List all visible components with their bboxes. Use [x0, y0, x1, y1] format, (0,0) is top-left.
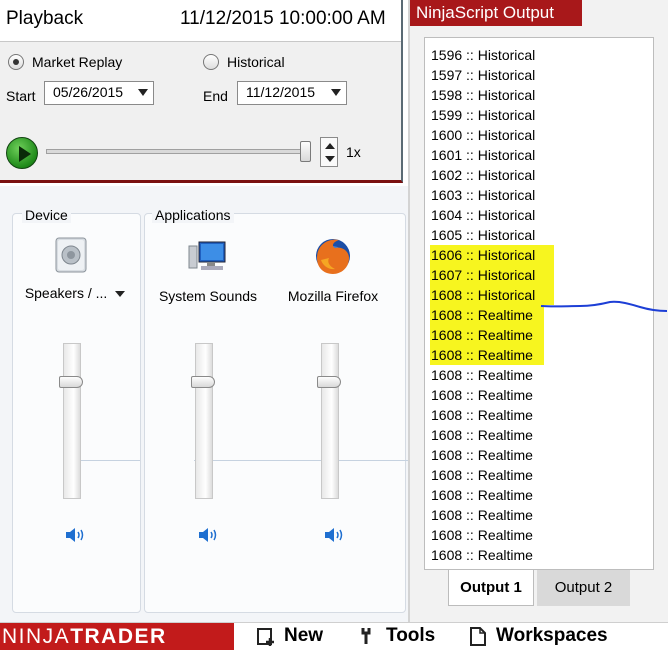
chevron-down-icon: [331, 89, 341, 96]
app-name-system-sounds: System Sounds: [158, 288, 258, 304]
peak-line: [194, 460, 408, 461]
output-line: 1608 :: Realtime: [431, 427, 533, 443]
output-line: 1608 :: Realtime: [431, 487, 533, 503]
wrench-icon: [361, 628, 371, 644]
output-line: 1605 :: Historical: [431, 227, 536, 243]
volume-slider-device[interactable]: [63, 343, 81, 499]
playback-window: Playback 11/12/2015 10:00:00 AM Market R…: [0, 0, 403, 183]
device-heading: Device: [22, 207, 71, 223]
market-replay-radio[interactable]: [8, 54, 24, 70]
speed-slider[interactable]: [46, 149, 310, 154]
device-name: Speakers / ...: [24, 285, 108, 301]
historical-option[interactable]: Historical: [203, 54, 285, 70]
start-date-select[interactable]: 05/26/2015: [44, 81, 154, 105]
volume-thumb-system-sounds[interactable]: [191, 376, 215, 388]
playback-title: Playback: [6, 8, 84, 29]
output-line: 1601 :: Historical: [431, 147, 536, 163]
start-date-value: 05/26/2015: [53, 84, 124, 100]
speed-slider-thumb[interactable]: [300, 141, 311, 162]
start-label: Start: [6, 88, 36, 104]
mute-speaker-icon[interactable]: [64, 527, 86, 543]
volume-thumb-firefox[interactable]: [317, 376, 341, 388]
output-line: 1608 :: Realtime: [431, 407, 533, 423]
output-line: 1607 :: Historical: [431, 267, 536, 283]
output-line: 1608 :: Realtime: [431, 347, 533, 363]
mute-speaker-icon[interactable]: [197, 527, 219, 543]
output-line: 1608 :: Realtime: [431, 367, 533, 383]
output-line: 1597 :: Historical: [431, 67, 536, 83]
output-line: 1608 :: Realtime: [431, 467, 533, 483]
end-date-value: 11/12/2015: [246, 84, 316, 100]
playback-header: Playback 11/12/2015 10:00:00 AM: [0, 0, 401, 42]
speed-value: 1x: [346, 144, 361, 160]
output-line: 1602 :: Historical: [431, 167, 536, 183]
play-button[interactable]: [6, 137, 38, 169]
tools-label: Tools: [386, 625, 436, 646]
arrow-up-icon[interactable]: [325, 143, 335, 149]
new-label: New: [284, 625, 324, 646]
workspaces-menu[interactable]: Workspaces: [468, 625, 608, 647]
annotation-line: [540, 300, 668, 312]
output-line: 1608 :: Realtime: [431, 507, 533, 523]
end-date-select[interactable]: 11/12/2015: [237, 81, 347, 105]
workspaces-label: Workspaces: [496, 625, 608, 646]
output-line: 1596 :: Historical: [431, 47, 536, 63]
chevron-down-icon: [138, 89, 148, 96]
chevron-down-icon: [115, 291, 126, 298]
output-line: 1608 :: Realtime: [431, 387, 533, 403]
system-sounds-icon[interactable]: [187, 238, 227, 278]
applications-group: [144, 213, 406, 613]
ninjatrader-logo: NINJATRADER: [0, 623, 234, 650]
mute-speaker-icon[interactable]: [323, 527, 345, 543]
output-line: 1599 :: Historical: [431, 107, 536, 123]
arrow-down-icon[interactable]: [325, 156, 335, 162]
output-line: 1606 :: Historical: [431, 247, 536, 263]
tab-output-2[interactable]: Output 2: [537, 570, 630, 606]
market-replay-label: Market Replay: [32, 54, 123, 70]
volume-slider-firefox[interactable]: [321, 343, 339, 499]
brand-ninja: NINJA: [2, 625, 71, 648]
applications-heading: Applications: [152, 207, 234, 223]
device-name-select[interactable]: Speakers / ...: [10, 285, 140, 301]
output-line: 1608 :: Realtime: [431, 527, 533, 543]
output-title: NinjaScript Output: [410, 0, 582, 26]
control-center-bar: NINJATRADER New Tools Workspaces: [0, 622, 668, 650]
app-name-firefox: Mozilla Firefox: [287, 288, 379, 304]
output-line: 1608 :: Realtime: [431, 307, 533, 323]
output-line: 1608 :: Historical: [431, 287, 536, 303]
firefox-icon[interactable]: [313, 236, 353, 276]
output-line: 1608 :: Realtime: [431, 547, 533, 563]
end-label: End: [203, 88, 228, 104]
volume-mixer: Device Applications Speakers / ... Syste…: [0, 186, 408, 622]
output-line: 1608 :: Realtime: [431, 447, 533, 463]
playback-datetime: 11/12/2015 10:00:00 AM: [180, 8, 386, 29]
volume-slider-system-sounds[interactable]: [195, 343, 213, 499]
brand-trader: TRADER: [70, 625, 167, 648]
document-icon: [470, 627, 486, 646]
speed-spinner[interactable]: [320, 137, 338, 167]
market-replay-option[interactable]: Market Replay: [8, 54, 122, 70]
volume-thumb-device[interactable]: [59, 376, 83, 388]
historical-radio[interactable]: [203, 54, 219, 70]
output-line: 1604 :: Historical: [431, 207, 536, 223]
historical-label: Historical: [227, 54, 285, 70]
tab-output-1[interactable]: Output 1: [448, 570, 534, 606]
output-line: 1598 :: Historical: [431, 87, 536, 103]
new-document-icon: [257, 628, 274, 646]
output-line: 1600 :: Historical: [431, 127, 536, 143]
output-tabs: Output 1 Output 2: [424, 570, 654, 606]
new-menu[interactable]: New: [256, 625, 323, 647]
tools-menu[interactable]: Tools: [358, 625, 435, 647]
output-line: 1608 :: Realtime: [431, 327, 533, 343]
output-line: 1603 :: Historical: [431, 187, 536, 203]
speakers-icon[interactable]: [52, 236, 92, 276]
